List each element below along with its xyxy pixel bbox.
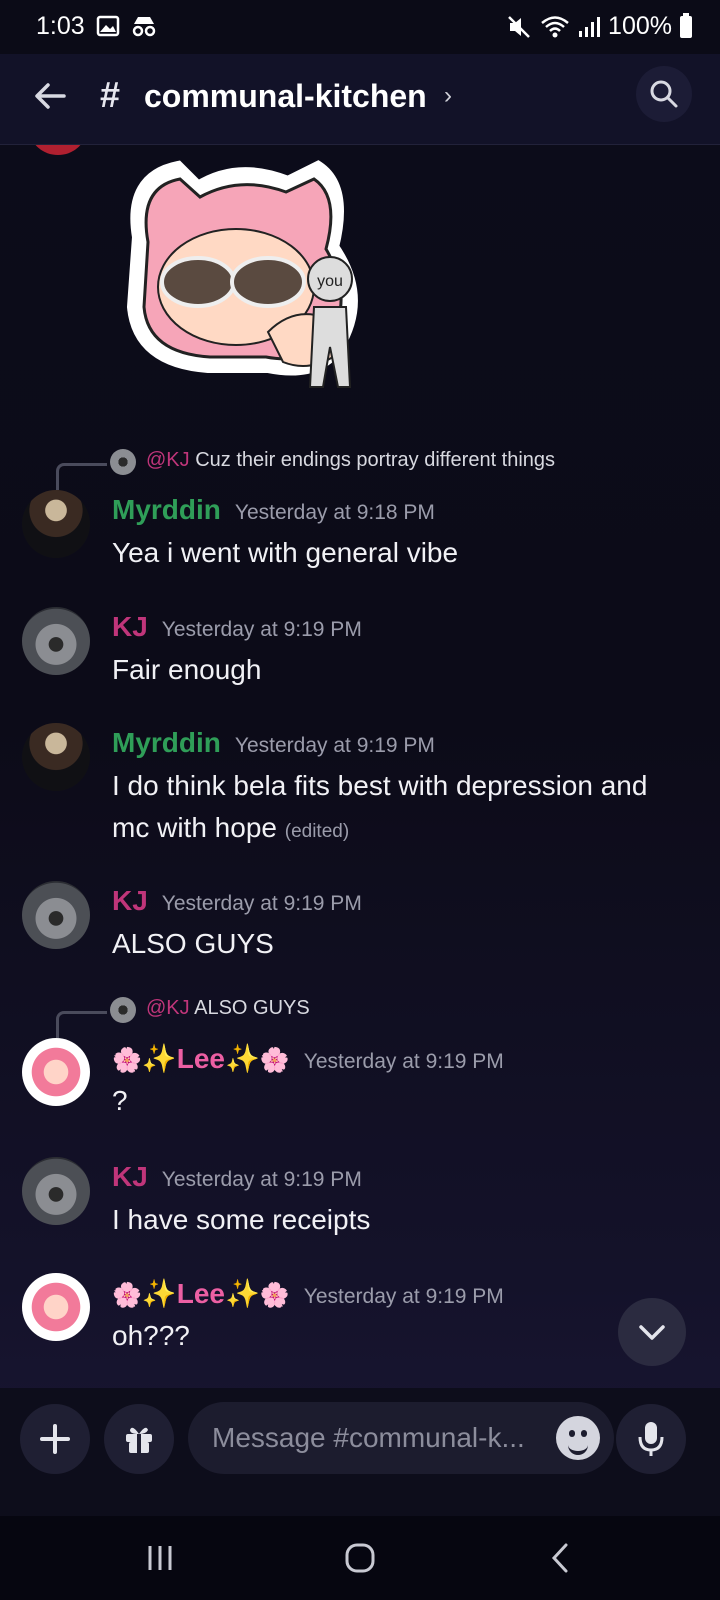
discord-channel-screen: 1:03 100% # communal-kitchen › you @KJ C… xyxy=(0,0,720,1600)
search-icon xyxy=(650,80,678,108)
reply-avatar xyxy=(110,997,136,1023)
channel-title[interactable]: communal-kitchen xyxy=(144,78,427,115)
edited-label: (edited) xyxy=(284,821,350,842)
message-composer xyxy=(0,1388,720,1516)
reply-content: Cuz their endings portray different thin… xyxy=(195,449,556,471)
system-icons: 100% xyxy=(506,12,692,41)
avatar[interactable] xyxy=(22,1273,90,1341)
reply-connector xyxy=(56,463,107,490)
message-text: oh??? xyxy=(112,1320,190,1351)
emoji-mouth xyxy=(568,1441,588,1455)
avatar[interactable] xyxy=(22,723,90,791)
timestamp: Yesterday at 9:19 PM xyxy=(161,1168,362,1191)
reply-mention[interactable]: @KJ xyxy=(146,997,190,1019)
reply-text: @KJ ALSO GUYS xyxy=(146,997,310,1020)
gallery-icon xyxy=(96,15,120,37)
sticker-image[interactable]: you xyxy=(118,157,384,407)
status-bar: 1:03 100% xyxy=(0,0,720,54)
timestamp: Yesterday at 9:19 PM xyxy=(303,1050,504,1073)
notification-icons xyxy=(96,14,158,38)
chevron-right-icon[interactable]: › xyxy=(444,82,452,110)
timestamp: Yesterday at 9:19 PM xyxy=(234,734,435,757)
back-button[interactable] xyxy=(30,76,70,116)
avatar[interactable] xyxy=(22,1038,90,1106)
home-icon xyxy=(345,1543,375,1573)
timestamp: Yesterday at 9:18 PM xyxy=(234,501,435,524)
reply-avatar xyxy=(110,449,136,475)
reply-connector xyxy=(56,1011,107,1038)
system-navigation-bar xyxy=(0,1516,720,1600)
reply-mention[interactable]: @KJ xyxy=(146,449,190,471)
message-header: Myrddin Yesterday at 9:18 PM xyxy=(112,494,435,526)
chevron-down-icon xyxy=(639,1325,665,1340)
incognito-icon xyxy=(132,17,156,37)
signal-icon xyxy=(579,16,601,37)
back-arrow-icon xyxy=(35,83,66,109)
username[interactable]: 🌸✨Lee✨🌸 xyxy=(112,1277,290,1310)
timestamp: Yesterday at 9:19 PM xyxy=(303,1285,504,1308)
attach-button[interactable] xyxy=(20,1404,90,1474)
sticker-label: you xyxy=(317,273,343,290)
home-button[interactable] xyxy=(340,1538,380,1578)
search-button[interactable] xyxy=(636,66,692,122)
message-header: Myrddin Yesterday at 9:19 PM xyxy=(112,727,435,759)
battery-icon xyxy=(680,12,692,38)
gift-button[interactable] xyxy=(104,1404,174,1474)
username[interactable]: 🌸✨Lee✨🌸 xyxy=(112,1042,290,1075)
avatar[interactable] xyxy=(22,490,90,558)
avatar[interactable] xyxy=(22,607,90,675)
message-header: KJ Yesterday at 9:19 PM xyxy=(112,885,362,917)
flower-emoji: 🌸 xyxy=(112,1282,142,1309)
recent-apps-button[interactable] xyxy=(140,1538,180,1578)
message-list[interactable]: you @KJ Cuz their endings portray differ… xyxy=(0,145,720,1415)
plus-icon xyxy=(40,1424,70,1454)
reply-content: ALSO GUYS xyxy=(194,997,310,1019)
jump-to-bottom-button[interactable] xyxy=(618,1298,686,1366)
message-input[interactable] xyxy=(188,1402,614,1474)
message-text: ? xyxy=(112,1085,128,1116)
flower-emoji: 🌸 xyxy=(112,1047,142,1074)
voice-message-button[interactable] xyxy=(616,1404,686,1474)
message-header: KJ Yesterday at 9:19 PM xyxy=(112,1161,362,1193)
username-text: ✨Lee✨ xyxy=(141,1043,260,1074)
status-time: 1:03 xyxy=(36,12,85,40)
avatar[interactable] xyxy=(22,1157,90,1225)
message-header: 🌸✨Lee✨🌸 Yesterday at 9:19 PM xyxy=(112,1277,504,1310)
channel-header: # communal-kitchen › xyxy=(0,54,720,145)
wifi-icon xyxy=(541,15,569,37)
flower-emoji: 🌸 xyxy=(259,1282,290,1309)
mic-icon xyxy=(638,1422,664,1456)
username[interactable]: KJ xyxy=(112,1161,148,1193)
message-text: I have some receipts xyxy=(112,1204,371,1235)
recents-icon xyxy=(148,1546,172,1570)
avatar[interactable] xyxy=(30,145,86,155)
message-text: Yea i went with general vibe xyxy=(112,537,459,568)
username[interactable]: Myrddin xyxy=(112,494,221,526)
username-text: ✨Lee✨ xyxy=(141,1278,260,1309)
sticker-drawing: you xyxy=(126,160,358,388)
battery-percent: 100% xyxy=(608,12,672,40)
mute-icon xyxy=(508,15,530,38)
message-body: I do think bela fits best with depressio… xyxy=(112,770,648,843)
gift-icon xyxy=(126,1427,152,1453)
back-chevron-icon xyxy=(551,1543,568,1573)
message-header: 🌸✨Lee✨🌸 Yesterday at 9:19 PM xyxy=(112,1042,504,1075)
hash-icon: # xyxy=(100,74,121,115)
timestamp: Yesterday at 9:19 PM xyxy=(161,892,362,915)
message-text: ALSO GUYS xyxy=(112,928,274,959)
avatar[interactable] xyxy=(22,881,90,949)
username[interactable]: KJ xyxy=(112,885,148,917)
reply-text: @KJ Cuz their endings portray different … xyxy=(146,449,555,472)
message-text: I do think bela fits best with depressio… xyxy=(112,765,692,853)
message-text: Fair enough xyxy=(112,654,262,685)
username[interactable]: Myrddin xyxy=(112,727,221,759)
timestamp: Yesterday at 9:19 PM xyxy=(161,618,362,641)
username[interactable]: KJ xyxy=(112,611,148,643)
message-header: KJ Yesterday at 9:19 PM xyxy=(112,611,362,643)
emoji-icon[interactable] xyxy=(556,1416,600,1460)
flower-emoji: 🌸 xyxy=(259,1047,290,1074)
back-nav-button[interactable] xyxy=(540,1538,580,1578)
